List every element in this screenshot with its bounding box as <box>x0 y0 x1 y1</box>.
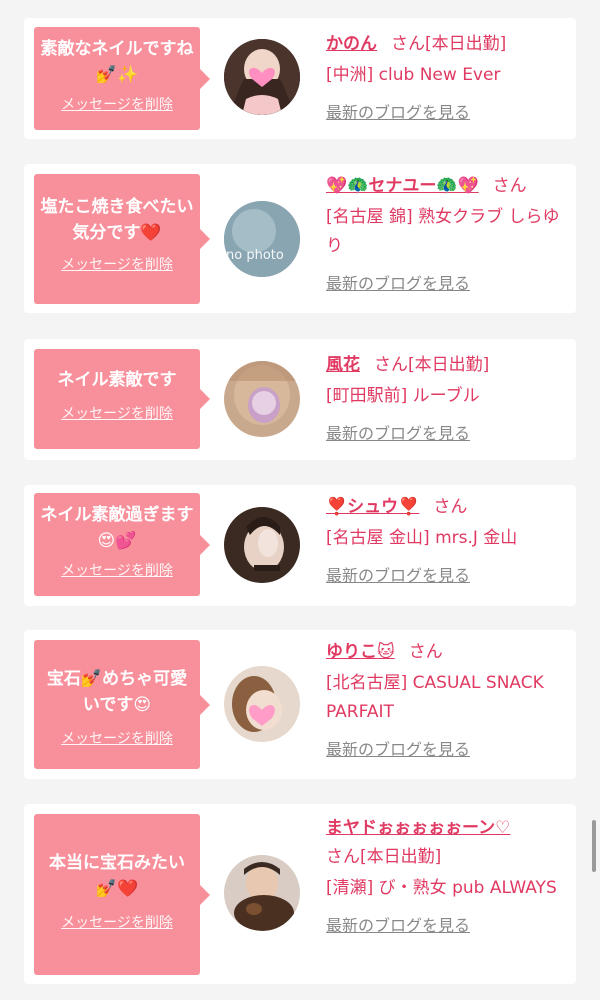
avatar[interactable]: no photo <box>224 201 300 277</box>
honorific: さん <box>374 355 408 375</box>
cast-info: 風花 さん[本日出勤] [町田駅前] ルーブル 最新のブログを見る <box>326 351 571 448</box>
message-bubble: 塩たこ焼き食べたい気分です❤️ メッセージを削除 <box>34 174 210 304</box>
honorific: さん <box>391 34 425 54</box>
delete-message-link[interactable]: メッセージを削除 <box>40 728 194 748</box>
message-text: 塩たこ焼き食べたい気分です❤️ <box>40 197 194 243</box>
message-text: 宝石💅めちゃ可愛いです😍 <box>46 669 188 715</box>
delete-message-link[interactable]: メッセージを削除 <box>40 560 194 580</box>
honorific: さん <box>433 497 468 517</box>
honorific: さん <box>326 847 360 867</box>
message-card: 素敵なネイルですね💅✨ メッセージを削除 かのん さん[本日出勤] [中洲] cl… <box>24 18 576 139</box>
message-bubble: ネイル素敵です メッセージを削除 <box>34 349 210 449</box>
status-badge: [本日出勤] <box>425 34 507 54</box>
cast-info: ゆりこ🐱 さん [北名古屋] CASUAL SNACK PARFAIT 最新のブロ… <box>326 638 571 764</box>
message-card: ネイル素敵です メッセージを削除 風花 さん[本日出勤] [町田駅前] ルーブル … <box>24 339 576 460</box>
message-text: ネイル素敵です <box>57 370 177 390</box>
message-card: 本当に宝石みたい💅❤️ メッセージを削除 まヤドぉぉぉぉぉーン♡ さん[本日出勤… <box>24 804 576 984</box>
avatar[interactable] <box>224 39 300 115</box>
avatar-photo <box>224 666 300 742</box>
latest-blog-link[interactable]: 最新のブログを見る <box>326 98 571 127</box>
honorific: さん <box>492 176 527 196</box>
delete-message-link[interactable]: メッセージを削除 <box>40 254 194 274</box>
shop-name: [名古屋 錦] 熟女クラブ しらゆり <box>326 207 560 256</box>
message-card: ネイル素敵過ぎます😍💕 メッセージを削除 ❣️シュウ❣️ さん [名古屋 金山] … <box>24 485 576 606</box>
message-text: 素敵なネイルですね💅✨ <box>40 39 194 85</box>
avatar[interactable] <box>224 361 300 437</box>
cast-name-link[interactable]: かのん <box>326 34 377 54</box>
shop-name: [名古屋 金山] mrs.J 金山 <box>326 528 518 548</box>
cast-name-link[interactable]: ゆりこ🐱 <box>326 642 395 662</box>
cast-info: ❣️シュウ❣️ さん [名古屋 金山] mrs.J 金山 最新のブログを見る <box>326 493 571 590</box>
latest-blog-link[interactable]: 最新のブログを見る <box>326 561 571 590</box>
delete-message-link[interactable]: メッセージを削除 <box>40 94 194 114</box>
shop-name: [清瀬] び・熟女 pub ALWAYS <box>326 878 557 898</box>
avatar-photo <box>224 39 300 115</box>
message-text: 本当に宝石みたい💅❤️ <box>49 853 185 899</box>
cast-info: かのん さん[本日出勤] [中洲] club New Ever 最新のブログを見る <box>326 30 571 127</box>
latest-blog-link[interactable]: 最新のブログを見る <box>326 269 571 298</box>
avatar[interactable] <box>224 666 300 742</box>
avatar[interactable] <box>224 855 300 931</box>
cast-name-link[interactable]: ❣️シュウ❣️ <box>326 497 419 517</box>
message-card: 塩たこ焼き食べたい気分です❤️ メッセージを削除 no photo 💖🦚セナユー… <box>24 164 576 313</box>
shop-name: [町田駅前] ルーブル <box>326 386 480 406</box>
cast-name-link[interactable]: 💖🦚セナユー🦚💖 <box>326 176 479 196</box>
shop-name: [中洲] club New Ever <box>326 65 501 85</box>
latest-blog-link[interactable]: 最新のブログを見る <box>326 419 571 448</box>
message-bubble: 宝石💅めちゃ可愛いです😍 メッセージを削除 <box>34 640 210 769</box>
message-bubble: 素敵なネイルですね💅✨ メッセージを削除 <box>34 27 210 130</box>
status-badge: [本日出勤] <box>360 847 442 867</box>
cast-info: 💖🦚セナユー🦚💖 さん [名古屋 錦] 熟女クラブ しらゆり 最新のブログを見る <box>326 172 571 298</box>
avatar[interactable] <box>224 507 300 583</box>
status-badge: [本日出勤] <box>408 355 490 375</box>
avatar-photo <box>224 361 300 437</box>
delete-message-link[interactable]: メッセージを削除 <box>40 403 194 423</box>
delete-message-link[interactable]: メッセージを削除 <box>40 912 194 932</box>
cast-name-link[interactable]: 風花 <box>326 355 360 375</box>
avatar-photo <box>224 507 300 583</box>
svg-text:no photo: no photo <box>226 248 284 263</box>
latest-blog-link[interactable]: 最新のブログを見る <box>326 911 571 940</box>
scrollbar[interactable] <box>592 820 596 872</box>
honorific: さん <box>408 642 443 662</box>
message-card: 宝石💅めちゃ可愛いです😍 メッセージを削除 ゆりこ🐱 さん [北名古屋] CASU… <box>24 630 576 779</box>
avatar-photo: no photo <box>224 201 300 277</box>
latest-blog-link[interactable]: 最新のブログを見る <box>326 735 571 764</box>
cast-info: まヤドぉぉぉぉぉーン♡ さん[本日出勤] [清瀬] び・熟女 pub ALWAY… <box>326 814 571 940</box>
message-bubble: 本当に宝石みたい💅❤️ メッセージを削除 <box>34 814 210 975</box>
message-bubble: ネイル素敵過ぎます😍💕 メッセージを削除 <box>34 493 210 596</box>
message-text: ネイル素敵過ぎます😍💕 <box>40 505 194 551</box>
avatar-photo <box>224 855 300 931</box>
cast-name-link[interactable]: まヤドぉぉぉぉぉーン♡ <box>326 818 510 838</box>
shop-name: [北名古屋] CASUAL SNACK PARFAIT <box>326 673 544 722</box>
